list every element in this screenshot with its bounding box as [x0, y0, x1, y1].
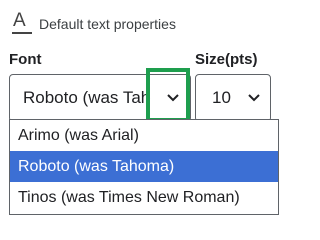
chevron-down-icon[interactable]: [246, 90, 262, 106]
section-title: Default text properties: [39, 16, 176, 32]
font-option-arimo[interactable]: Arimo (was Arial): [10, 120, 278, 151]
size-select-value: 10: [212, 88, 231, 107]
size-label: Size(pts): [195, 51, 258, 68]
size-select[interactable]: 10: [195, 74, 271, 122]
font-select-value: Roboto (was Tahoma): [23, 88, 151, 107]
font-option-tinos[interactable]: Tinos (was Times New Roman): [10, 182, 278, 213]
highlight-annotation-box: [146, 68, 190, 122]
font-dropdown-list: Arimo (was Arial) Roboto (was Tahoma) Ti…: [9, 119, 279, 215]
font-label: Font: [9, 51, 42, 68]
font-option-roboto[interactable]: Roboto (was Tahoma): [10, 151, 278, 182]
header: A Default text properties: [12, 10, 176, 35]
text-format-icon: A: [12, 10, 32, 35]
